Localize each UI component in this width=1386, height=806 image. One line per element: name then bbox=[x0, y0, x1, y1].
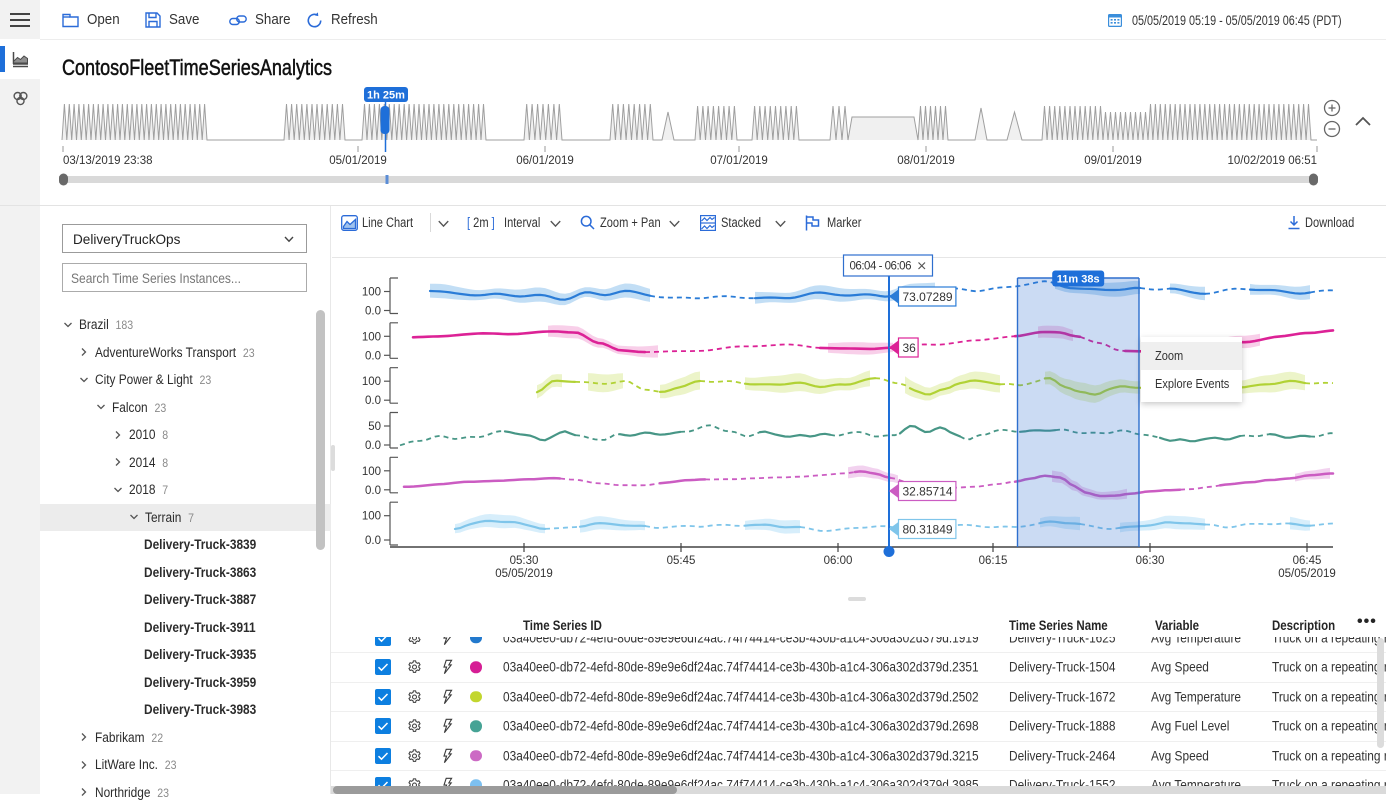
svg-text:08/01/2019: 08/01/2019 bbox=[897, 155, 955, 167]
svg-text:100: 100 bbox=[362, 287, 381, 299]
svg-text:05:30: 05:30 bbox=[510, 555, 539, 567]
svg-text:0.0: 0.0 bbox=[365, 350, 381, 362]
svg-text:05/05/2019: 05/05/2019 bbox=[495, 568, 553, 580]
svg-text:32.85714: 32.85714 bbox=[903, 484, 953, 498]
svg-text:50: 50 bbox=[368, 421, 381, 433]
svg-text:73.07289: 73.07289 bbox=[903, 290, 953, 304]
svg-text:09/01/2019: 09/01/2019 bbox=[1084, 155, 1142, 167]
svg-text:0.0: 0.0 bbox=[365, 535, 381, 547]
svg-text:06:30: 06:30 bbox=[1136, 555, 1165, 567]
svg-text:0.0: 0.0 bbox=[365, 485, 381, 497]
svg-text:80.31849: 80.31849 bbox=[903, 522, 953, 536]
svg-text:06:04 - 06:06: 06:04 - 06:06 bbox=[850, 261, 912, 273]
svg-text:11m 38s: 11m 38s bbox=[1057, 274, 1100, 286]
svg-text:05:45: 05:45 bbox=[667, 555, 696, 567]
svg-text:0.0: 0.0 bbox=[365, 395, 381, 407]
svg-text:100: 100 bbox=[362, 376, 381, 388]
svg-text:0.0: 0.0 bbox=[365, 306, 381, 318]
svg-text:07/01/2019: 07/01/2019 bbox=[710, 155, 768, 167]
svg-text:100: 100 bbox=[362, 466, 381, 478]
svg-text:03/13/2019 23:38: 03/13/2019 23:38 bbox=[63, 155, 153, 167]
svg-text:05/01/2019: 05/01/2019 bbox=[329, 155, 387, 167]
svg-text:0.0: 0.0 bbox=[365, 440, 381, 452]
svg-text:100: 100 bbox=[362, 331, 381, 343]
svg-text:06/01/2019: 06/01/2019 bbox=[516, 155, 574, 167]
svg-text:05/05/2019: 05/05/2019 bbox=[1278, 568, 1336, 580]
svg-text:06:00: 06:00 bbox=[824, 555, 853, 567]
svg-text:10/02/2019 06:51: 10/02/2019 06:51 bbox=[1227, 155, 1317, 167]
svg-text:100: 100 bbox=[362, 511, 381, 523]
svg-text:1h 25m: 1h 25m bbox=[367, 90, 405, 102]
svg-text:06:45: 06:45 bbox=[1293, 555, 1322, 567]
svg-text:36: 36 bbox=[903, 341, 917, 355]
svg-text:06:15: 06:15 bbox=[979, 555, 1008, 567]
